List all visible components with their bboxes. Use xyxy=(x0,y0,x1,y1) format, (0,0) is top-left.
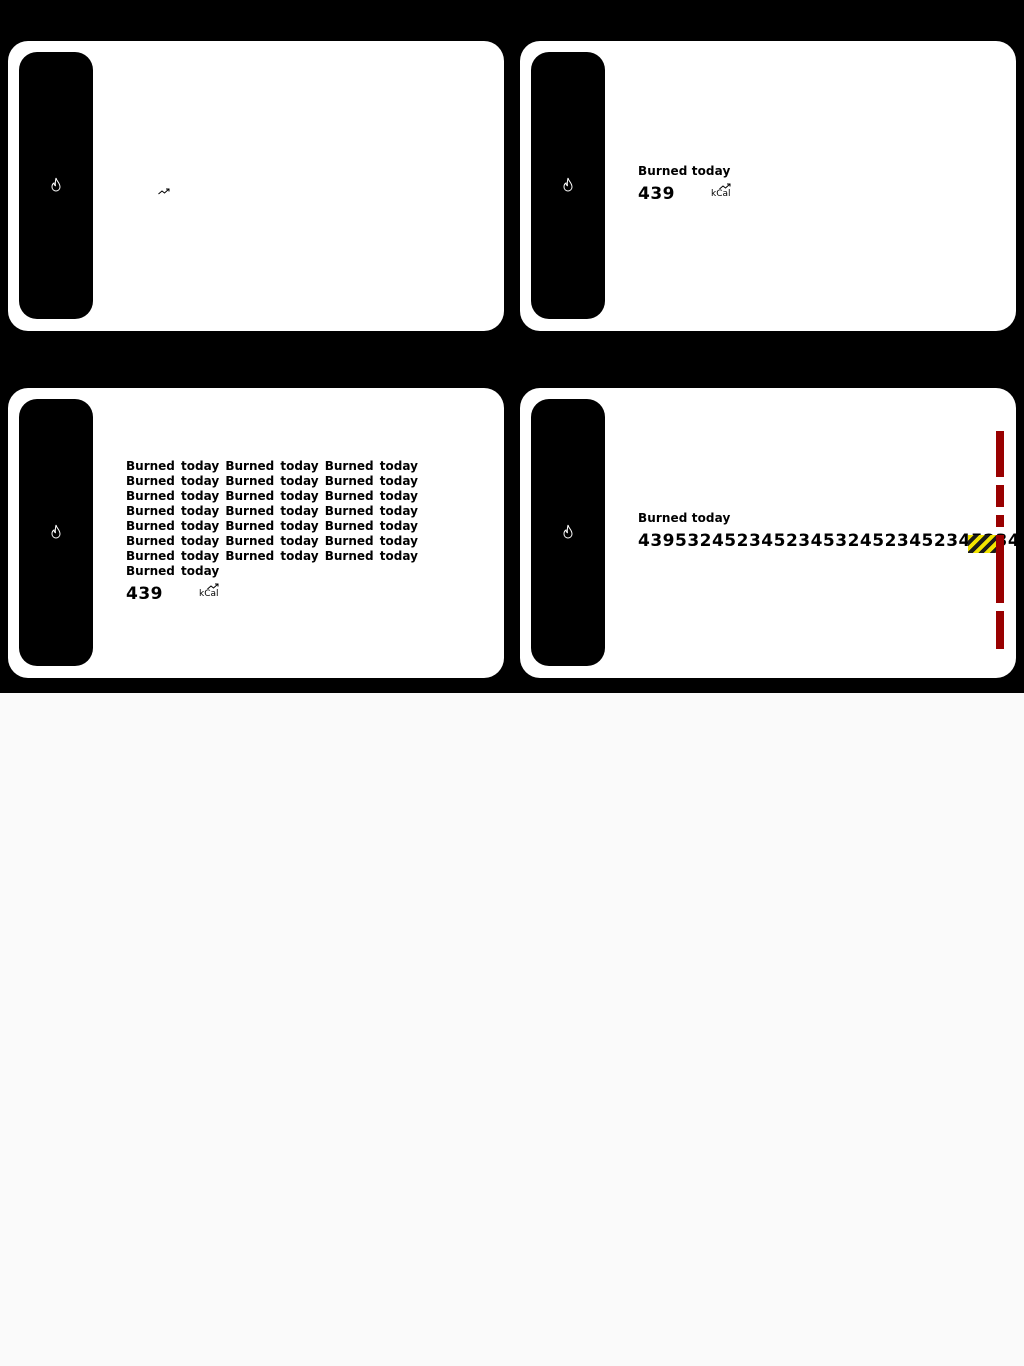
preview-stage: Burned today 439 kCal Burned today Burne… xyxy=(0,0,1024,693)
calorie-content: Burned today Burned today Burned today B… xyxy=(126,459,466,608)
icon-panel xyxy=(531,52,605,319)
icon-panel xyxy=(19,399,93,666)
icon-panel xyxy=(19,52,93,319)
calorie-unit: kCal xyxy=(711,189,731,199)
calorie-card-empty xyxy=(8,41,504,331)
flame-icon xyxy=(562,524,574,540)
calorie-content: Burned today 439 kCal xyxy=(638,164,731,208)
calorie-value: 439 xyxy=(126,584,163,604)
calorie-unit: kCal xyxy=(199,589,219,599)
flame-icon xyxy=(50,524,62,540)
flame-icon xyxy=(50,177,62,193)
calorie-label: Burned today Burned today Burned today B… xyxy=(126,459,418,578)
value-row: 439 kCal xyxy=(126,582,466,608)
overflow-marker xyxy=(996,431,1004,657)
value-row: 43953245234523453245234523452345234 xyxy=(638,529,1016,555)
calorie-card-long-label: Burned today Burned today Burned today B… xyxy=(8,388,504,678)
calorie-card-overflow: Burned today 439532452345234532452345234… xyxy=(520,388,1016,678)
calorie-value: 43953245234523453245234523452345234 xyxy=(638,531,1016,551)
calorie-content: Burned today 439532452345234532452345234… xyxy=(638,511,1016,555)
calorie-label: Burned today xyxy=(638,164,731,178)
icon-panel xyxy=(531,399,605,666)
calorie-label: Burned today xyxy=(638,511,731,525)
calorie-card: Burned today 439 kCal xyxy=(520,41,1016,331)
unit-box: kCal xyxy=(199,583,225,601)
trend-up-icon xyxy=(158,188,170,195)
value-row: 439 kCal xyxy=(638,182,731,208)
unit-box: kCal xyxy=(711,183,737,201)
calorie-value: 439 xyxy=(638,184,675,204)
overflow-warning-stripes xyxy=(968,535,996,553)
flame-icon xyxy=(562,177,574,193)
